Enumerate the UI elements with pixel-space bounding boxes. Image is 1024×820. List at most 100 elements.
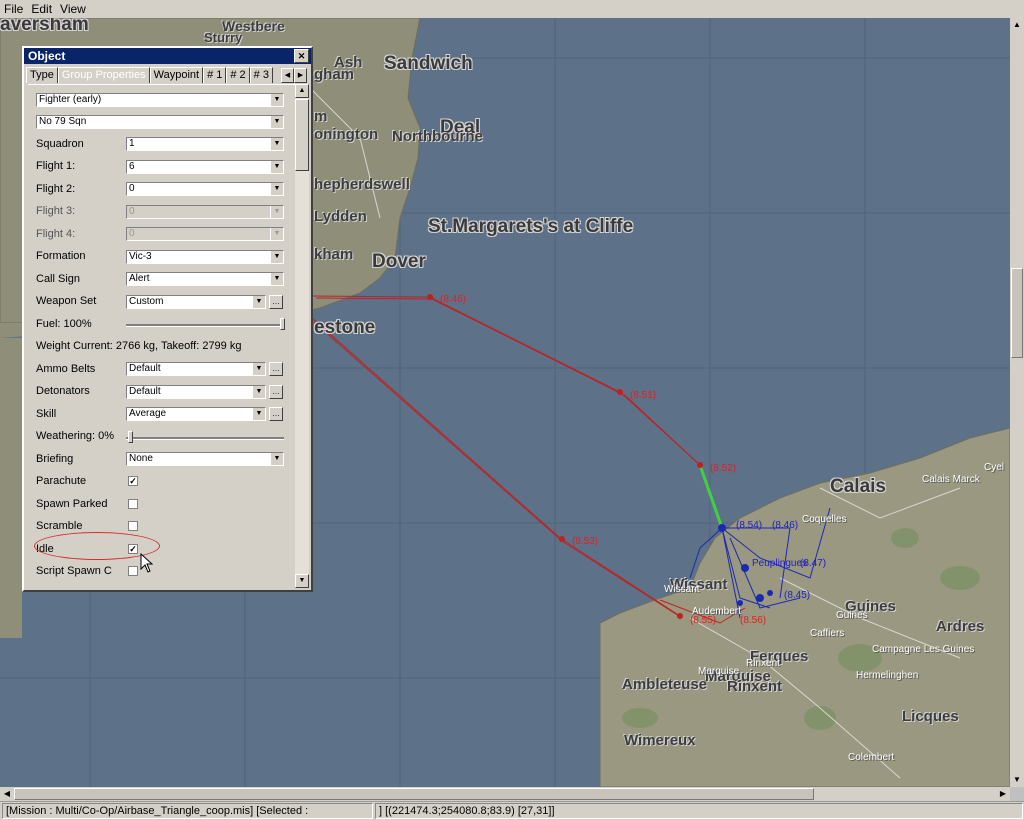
waypoint-label: (8.56) xyxy=(740,615,767,626)
detonators-label: Detonators xyxy=(36,385,90,397)
weight-label: Weight Current: 2766 kg, Takeoff: 2799 k… xyxy=(36,340,242,352)
weaponset-more-button[interactable]: … xyxy=(269,295,283,309)
skill-select[interactable]: Average ▼ xyxy=(126,407,266,421)
flight2-select[interactable]: 0 ▼ xyxy=(126,182,284,196)
formation-select[interactable]: Vic-3 ▼ xyxy=(126,250,284,264)
scroll-left-icon[interactable]: ◀ xyxy=(0,787,14,801)
chevron-down-icon[interactable]: ▼ xyxy=(252,296,265,308)
waypoint-label: (8.52) xyxy=(710,463,737,474)
scramble-checkbox[interactable] xyxy=(128,521,138,531)
flight4-select: 0 ▼ xyxy=(126,227,284,241)
chevron-down-icon[interactable]: ▼ xyxy=(252,363,265,375)
flight3-select: 0 ▼ xyxy=(126,205,284,219)
ammo-more-button[interactable]: … xyxy=(269,362,283,376)
chevron-down-icon[interactable]: ▼ xyxy=(270,453,283,465)
dialog-titlebar[interactable]: Object ✕ xyxy=(24,48,311,64)
spawnparked-checkbox[interactable] xyxy=(128,499,138,509)
tab-aircraft-3[interactable]: # 3 xyxy=(249,67,273,83)
scroll-down-icon[interactable]: ▼ xyxy=(1010,773,1024,787)
tab-scroll-left-icon[interactable]: ◀ xyxy=(281,68,294,83)
waypoint-label-blue: (8.46) xyxy=(772,520,799,531)
regiment-select[interactable]: No 79 Sqn ▼ xyxy=(36,115,284,129)
weathering-slider-track[interactable] xyxy=(126,437,284,440)
scroll-right-icon[interactable]: ▶ xyxy=(996,787,1010,801)
dialog-tabs: Type Group Properties Waypoint # 1 # 2 #… xyxy=(24,67,311,84)
chevron-down-icon: ▼ xyxy=(270,228,283,240)
fuel-label: Fuel: 100% xyxy=(36,318,92,330)
weathering-slider-thumb[interactable] xyxy=(128,431,133,443)
briefing-select[interactable]: None ▼ xyxy=(126,452,284,466)
chevron-down-icon[interactable]: ▼ xyxy=(270,161,283,173)
briefing-label: Briefing xyxy=(36,453,74,465)
weaponset-select[interactable]: Custom ▼ xyxy=(126,295,266,309)
menu-view[interactable]: View xyxy=(56,2,90,16)
flight1-label: Flight 1: xyxy=(36,160,76,172)
chevron-down-icon[interactable]: ▼ xyxy=(252,408,265,420)
chevron-down-icon[interactable]: ▼ xyxy=(270,94,283,106)
object-dialog: Object ✕ Type Group Properties Waypoint … xyxy=(22,46,313,592)
waypoint-label-blue: (8.47) xyxy=(800,558,827,569)
fuel-slider-track[interactable] xyxy=(126,324,284,327)
map-horizontal-scrollbar[interactable]: ◀ ▶ xyxy=(0,787,1010,801)
class-select[interactable]: Fighter (early) ▼ xyxy=(36,93,284,107)
skill-label: Skill xyxy=(36,408,57,420)
tab-aircraft-1[interactable]: # 1 xyxy=(203,67,227,83)
flight1-select[interactable]: 6 ▼ xyxy=(126,160,284,174)
waypoint-label-blue: (8.54) xyxy=(736,520,763,531)
spawnparked-label: Spawn Parked xyxy=(36,498,108,510)
waypoint-label: (8.51) xyxy=(630,390,657,401)
formation-label: Formation xyxy=(36,250,86,262)
status-mission: [Mission : Multi/Co-Op/Airbase_Triangle_… xyxy=(2,803,373,819)
tab-aircraft-2[interactable]: # 2 xyxy=(226,67,250,83)
status-bar: [Mission : Multi/Co-Op/Airbase_Triangle_… xyxy=(0,801,1024,820)
dialog-title: Object xyxy=(28,49,66,63)
detonators-select[interactable]: Default ▼ xyxy=(126,385,266,399)
scroll-up-icon[interactable]: ▲ xyxy=(1010,18,1024,32)
waypoint-label: (8.46) xyxy=(440,294,467,305)
parachute-checkbox[interactable]: ✓ xyxy=(128,476,138,486)
weaponset-label: Weapon Set xyxy=(36,295,97,307)
waypoint-label: (8.53) xyxy=(572,536,599,547)
dialog-scroll-down-icon[interactable]: ▼ xyxy=(295,574,309,588)
ammo-select[interactable]: Default ▼ xyxy=(126,362,266,376)
map-vertical-scrollbar[interactable]: ▲ ▼ xyxy=(1010,18,1024,787)
dialog-scroll-up-icon[interactable]: ▲ xyxy=(295,84,309,98)
weathering-label: Weathering: 0% xyxy=(36,430,115,442)
menu-edit[interactable]: Edit xyxy=(27,2,56,16)
vertical-scroll-thumb[interactable] xyxy=(1011,268,1023,358)
waypoint-label: (8.55) xyxy=(690,615,717,626)
tab-scroll-right-icon[interactable]: ▶ xyxy=(294,68,307,83)
flight3-label: Flight 3: xyxy=(36,205,76,217)
scriptspawn-checkbox[interactable] xyxy=(128,566,138,576)
chevron-down-icon[interactable]: ▼ xyxy=(252,386,265,398)
ammo-label: Ammo Belts xyxy=(36,363,96,375)
flight4-label: Flight 4: xyxy=(36,228,76,240)
waypoint-label-blue: (8.45) xyxy=(784,590,811,601)
tab-group-properties[interactable]: Group Properties xyxy=(57,67,150,83)
detonators-more-button[interactable]: … xyxy=(269,385,283,399)
horizontal-scroll-thumb[interactable] xyxy=(14,788,814,800)
parachute-label: Parachute xyxy=(36,475,87,487)
scramble-label: Scramble xyxy=(36,520,83,532)
menu-bar: File Edit View xyxy=(0,0,1024,18)
squadron-select[interactable]: 1 ▼ xyxy=(126,137,284,151)
squadron-label: Squadron xyxy=(36,138,84,150)
scriptspawn-label: Script Spawn C xyxy=(36,565,112,577)
tab-type[interactable]: Type xyxy=(26,67,58,83)
chevron-down-icon[interactable]: ▼ xyxy=(270,183,283,195)
flight2-label: Flight 2: xyxy=(36,183,76,195)
chevron-down-icon[interactable]: ▼ xyxy=(270,273,283,285)
chevron-down-icon[interactable]: ▼ xyxy=(270,251,283,263)
tab-waypoint[interactable]: Waypoint xyxy=(149,67,204,83)
chevron-down-icon[interactable]: ▼ xyxy=(270,116,283,128)
status-coords: ] [(221474.3;254080.8;83.9) [27,31]] xyxy=(375,803,1023,819)
fuel-slider-thumb[interactable] xyxy=(280,318,285,330)
chevron-down-icon: ▼ xyxy=(270,206,283,218)
menu-file[interactable]: File xyxy=(0,2,27,16)
close-icon[interactable]: ✕ xyxy=(294,49,309,63)
callsign-select[interactable]: Alert ▼ xyxy=(126,272,284,286)
skill-more-button[interactable]: … xyxy=(269,407,283,421)
dialog-scrollbar[interactable]: ▲ ▼ xyxy=(295,84,309,588)
dialog-scroll-thumb[interactable] xyxy=(295,99,309,171)
chevron-down-icon[interactable]: ▼ xyxy=(270,138,283,150)
